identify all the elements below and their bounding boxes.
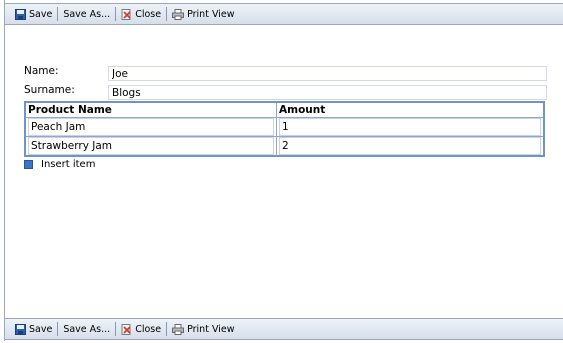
amount-cell[interactable]: 1 [276, 117, 545, 137]
insert-icon [24, 160, 33, 169]
product-name-cell[interactable]: Peach Jam [24, 117, 277, 137]
save-as-button[interactable]: Save As... [60, 5, 113, 23]
name-label: Name: [24, 65, 59, 77]
toolbar-separator [166, 7, 168, 21]
name-field[interactable] [108, 66, 547, 81]
table-row: Peach Jam 1 [24, 117, 545, 137]
save-as-label: Save As... [63, 323, 111, 335]
amount-header: Amount [276, 101, 545, 118]
toolbar-separator [115, 322, 117, 336]
product-name-value: Strawberry Jam [28, 137, 274, 155]
print-view-button[interactable]: Print View [169, 320, 237, 338]
editor-frame: Save Save As... Close Print View Name: S… [4, 0, 563, 341]
save-as-label: Save As... [63, 8, 111, 20]
toolbar-separator [166, 322, 168, 336]
save-button[interactable]: Save [12, 5, 55, 23]
product-name-value: Peach Jam [28, 118, 274, 136]
amount-value: 2 [279, 137, 541, 155]
table-header-row: Product Name Amount [24, 101, 545, 118]
save-icon [15, 8, 26, 20]
save-button[interactable]: Save [12, 320, 55, 338]
surname-field[interactable] [108, 85, 547, 100]
print-view-button[interactable]: Print View [169, 5, 237, 23]
bottom-toolbar: Save Save As... Close Print View [5, 318, 563, 340]
insert-item-button[interactable]: Insert item [24, 159, 95, 170]
close-button[interactable]: Close [118, 5, 164, 23]
close-icon [121, 323, 131, 335]
print-view-label: Print View [187, 323, 235, 335]
toolbar-separator [57, 322, 59, 336]
print-view-label: Print View [187, 8, 235, 20]
amount-cell[interactable]: 2 [276, 136, 545, 157]
surname-label: Surname: [24, 84, 75, 96]
product-name-header: Product Name [24, 101, 277, 118]
toolbar-separator [115, 7, 117, 21]
close-label: Close [135, 8, 162, 20]
print-icon [172, 8, 185, 20]
close-button[interactable]: Close [118, 320, 164, 338]
table-row: Strawberry Jam 2 [24, 136, 545, 157]
close-label: Close [135, 323, 162, 335]
product-name-cell[interactable]: Strawberry Jam [24, 136, 277, 157]
products-table: Product Name Amount Peach Jam 1 Strawber… [24, 101, 545, 157]
save-icon [15, 323, 26, 335]
amount-value: 1 [279, 118, 541, 136]
save-as-button[interactable]: Save As... [60, 320, 113, 338]
top-toolbar: Save Save As... Close Print View [5, 3, 563, 25]
save-label: Save [29, 323, 53, 335]
close-icon [121, 8, 131, 20]
insert-item-label: Insert item [41, 159, 96, 170]
save-label: Save [29, 8, 53, 20]
print-icon [172, 323, 185, 335]
toolbar-separator [57, 7, 59, 21]
